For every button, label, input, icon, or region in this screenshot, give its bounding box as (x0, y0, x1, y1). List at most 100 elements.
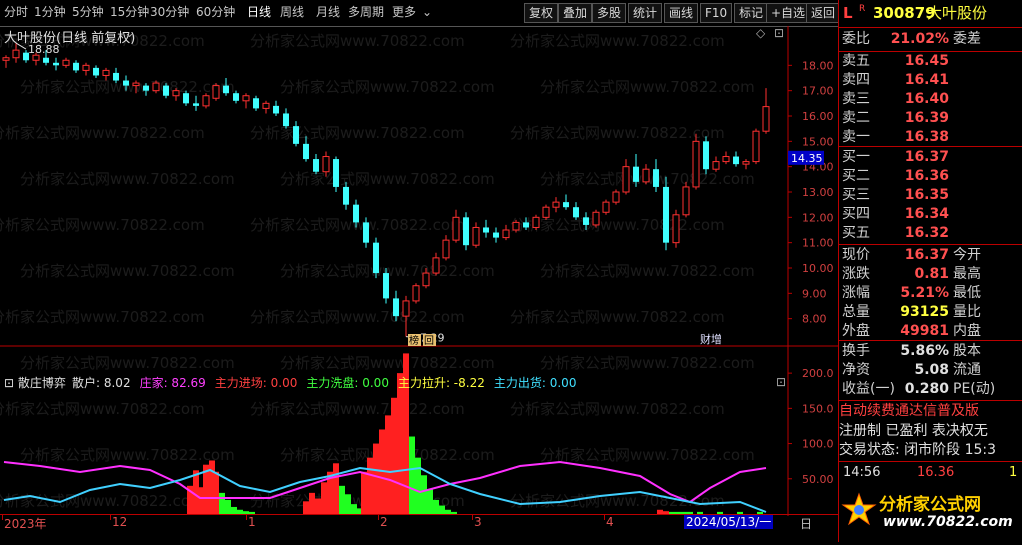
ask-label: 卖一 (842, 129, 870, 145)
collapse-icon[interactable]: ⊡ (774, 26, 784, 40)
stat-row: 总量 93125 量比 (839, 303, 1022, 322)
y-tick-label: 10.00 (802, 262, 834, 275)
ad-line-1[interactable]: 自动续费通达信普及版 (839, 402, 1022, 421)
ask-label: 卖四 (842, 72, 870, 88)
bid-row[interactable]: 买四 16.34 (839, 205, 1022, 224)
close-icon[interactable]: ⊡ (776, 375, 786, 389)
stat-value: 93125 (900, 304, 949, 320)
period-tab-9[interactable]: 多周期 (348, 4, 384, 20)
candle-body (742, 161, 750, 165)
y-tick-label: 16.00 (802, 110, 834, 123)
time-axis: 2023年 12 1 2 3 4 2024/05/13/一 日 (0, 514, 838, 542)
kline-chart[interactable]: 分析家公式网www.70822.com 分析家公式网www.70822.com 分析… (0, 26, 838, 516)
chevron-down-icon[interactable]: ⌄ (124, 26, 135, 41)
toolbar-button-1[interactable]: 叠加 (558, 3, 593, 23)
stat2-value: 0.280 (904, 381, 949, 397)
candle-body (333, 159, 339, 187)
period-tab-5[interactable]: 60分钟 (196, 4, 235, 20)
tick-price: 16.36 (917, 465, 955, 480)
bid-label: 买四 (842, 206, 870, 222)
toolbar-button-6[interactable]: 标记 (734, 3, 769, 23)
ask-price: 16.40 (904, 91, 949, 107)
indicator-bar (409, 436, 415, 514)
price-tag-text: 14.35 (791, 152, 823, 165)
candle-body (363, 222, 369, 243)
watermark-text: 分析家公式网www.70822.com (0, 124, 205, 142)
stat-label-2: 今开 (953, 247, 981, 263)
bid-row[interactable]: 买三 16.35 (839, 186, 1022, 205)
x-tick-label: 12 (112, 515, 128, 529)
candle-body (43, 57, 49, 63)
watermark-text: 分析家公式网www.70822.com (20, 354, 235, 372)
candle-body (402, 300, 410, 317)
indicator-legend-3: 主力洗盘: 0.00 (306, 376, 389, 390)
indicator-bar (219, 492, 225, 514)
candle-body (663, 186, 669, 243)
bid-row[interactable]: 买五 16.32 (839, 224, 1022, 243)
candle-body (483, 227, 489, 233)
indicator-legend-4: 主力拉升: -8.22 (397, 376, 485, 390)
weibi-value: 21.02% (890, 31, 949, 47)
period-tab-0[interactable]: 分时 (4, 4, 28, 20)
y-tick-label: 18.00 (802, 59, 834, 72)
candle-body (523, 222, 529, 228)
logo-text: 分析家公式网 (879, 495, 981, 515)
candle-body (472, 226, 480, 246)
indicator-bar (385, 415, 391, 514)
ask-row[interactable]: 卖四 16.41 (839, 71, 1022, 90)
candle-body (463, 217, 469, 246)
candle-body (12, 49, 20, 59)
toolbar-button-2[interactable]: 多股 (592, 3, 627, 23)
period-tab-4[interactable]: 30分钟 (150, 4, 189, 20)
candle-body (672, 214, 680, 244)
toolbar-button-0[interactable]: 复权 (524, 3, 559, 23)
stat-label: 总量 (842, 304, 870, 320)
period-tab-7[interactable]: 周线 (280, 4, 304, 20)
y-tick-label: 12.00 (802, 211, 834, 224)
candle-body (762, 106, 770, 132)
ask-row[interactable]: 卖二 16.39 (839, 109, 1022, 128)
candle-body (273, 105, 279, 114)
logo-url: www.70822.com (883, 514, 1013, 530)
candle-body (682, 186, 690, 216)
stat-value: 16.37 (904, 247, 949, 263)
candle-body (692, 140, 700, 188)
ask-row[interactable]: 卖一 16.38 (839, 128, 1022, 147)
toolbar-button-7[interactable]: +自选 (766, 3, 811, 23)
indicator-bar (309, 492, 315, 514)
y-tick-label: 8.00 (802, 313, 827, 326)
stat2-label: 净资 (842, 362, 870, 378)
x-tick-label: 1 (248, 515, 256, 529)
period-tab-1[interactable]: 1分钟 (34, 4, 66, 20)
ask-row[interactable]: 卖五 16.45 (839, 52, 1022, 71)
period-tab-6[interactable]: 日线 (247, 4, 271, 20)
flag-r: R (859, 4, 866, 14)
stat-row: 涨幅 5.21% 最低 (839, 284, 1022, 303)
watermark-text: 分析家公式网www.70822.com (0, 308, 205, 326)
bid-row[interactable]: 买二 16.36 (839, 167, 1022, 186)
ask-row[interactable]: 卖三 16.40 (839, 90, 1022, 109)
stat-value: 0.81 (914, 266, 949, 282)
indicator-legend-5: 主力出货: 0.00 (493, 376, 577, 390)
flag-l: L (843, 4, 853, 22)
indicator-bar (421, 475, 427, 514)
candle-body (583, 217, 589, 225)
indicator-bar (345, 494, 351, 514)
toolbar-button-5[interactable]: F10 (700, 3, 733, 23)
period-tab-3[interactable]: 15分钟 (110, 4, 149, 20)
period-tab-2[interactable]: 5分钟 (72, 4, 104, 20)
candle-body (432, 257, 440, 274)
toolbar-button-8[interactable]: 返回 (806, 3, 841, 23)
chart-area[interactable]: 分析家公式网www.70822.com 分析家公式网www.70822.com 分析… (0, 26, 838, 516)
stat-label-2: 量比 (953, 304, 981, 320)
toolbar-button-4[interactable]: 画线 (664, 3, 699, 23)
period-tab-8[interactable]: 月线 (316, 4, 340, 20)
period-label: 日 (800, 517, 813, 531)
period-tab-10[interactable]: 更多 (392, 4, 416, 20)
bid-row[interactable]: 买一 16.37 (839, 148, 1022, 167)
diamond-icon[interactable]: ◇ (756, 26, 765, 40)
candle-body (733, 156, 739, 165)
toolbar-button-3[interactable]: 统计 (628, 3, 663, 23)
more-chevron-icon[interactable]: ⌄ (422, 4, 432, 20)
candle-body (542, 206, 550, 218)
